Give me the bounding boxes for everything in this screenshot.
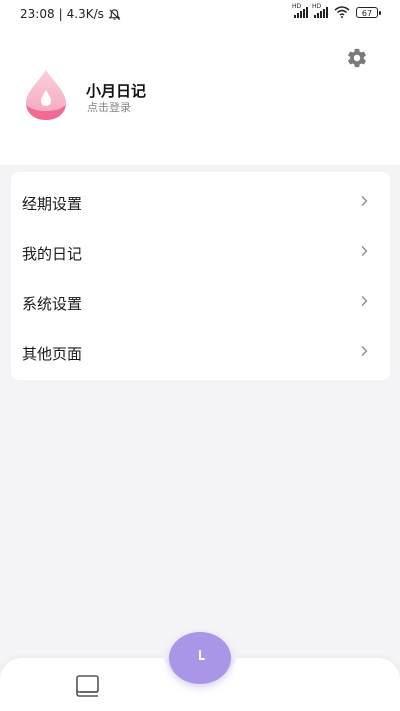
chevron-right-icon — [361, 296, 368, 306]
droplet-logo — [26, 70, 66, 120]
menu-item-label: 系统设置 — [22, 295, 83, 313]
mute-bell-icon — [108, 8, 121, 20]
menu-item-label: 我的日记 — [22, 245, 83, 263]
status-time: 23:08 — [20, 7, 55, 21]
clock-icon — [199, 650, 205, 660]
app-name: 小月日记 — [86, 82, 147, 100]
signal-icon: HD — [292, 3, 308, 18]
signal-icon: HD — [312, 3, 328, 18]
menu-item-other-pages[interactable]: 其他页面 — [11, 326, 390, 376]
signal-hd-label: HD — [292, 3, 302, 10]
battery-level: 67 — [361, 8, 373, 18]
chevron-right-icon — [361, 246, 368, 256]
menu-card: 经期设置 我的日记 系统设置 其他页面 — [11, 172, 390, 380]
status-right: HD HD 67 — [292, 3, 381, 18]
battery-icon: 67 — [356, 6, 381, 18]
add-entry-button[interactable] — [169, 632, 231, 684]
status-separator: | — [58, 7, 63, 21]
chevron-right-icon — [361, 196, 368, 206]
login-link[interactable]: 点击登录 — [87, 99, 131, 115]
wifi-icon — [334, 6, 350, 18]
menu-item-label: 其他页面 — [22, 345, 83, 363]
menu-item-period-settings[interactable]: 经期设置 — [11, 176, 390, 226]
menu-item-label: 经期设置 — [22, 195, 83, 213]
chevron-right-icon — [361, 346, 368, 356]
status-bar: 23:08 | 4.3K/s HD HD 67 — [0, 0, 400, 30]
menu-item-system-settings[interactable]: 系统设置 — [11, 276, 390, 326]
gear-icon[interactable] — [346, 47, 368, 69]
menu-item-my-diary[interactable]: 我的日记 — [11, 226, 390, 276]
status-left: 23:08 | 4.3K/s — [20, 7, 121, 21]
book-icon[interactable] — [74, 674, 102, 698]
signal-hd-label: HD — [312, 3, 322, 10]
status-network-speed: 4.3K/s — [66, 7, 104, 21]
